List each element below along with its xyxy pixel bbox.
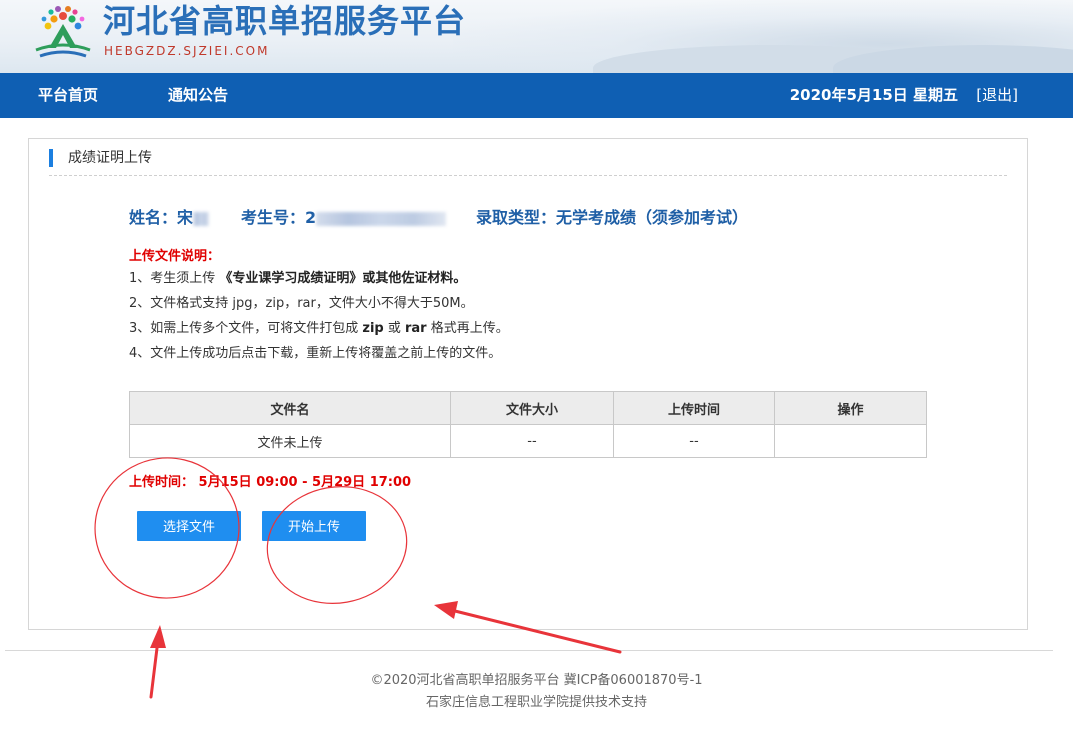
- cell-upload-time: --: [613, 424, 775, 458]
- note-1-text: 1、考生须上传: [129, 271, 220, 286]
- panel-divider: [49, 175, 1007, 176]
- student-name-label: 姓名：宋: [129, 208, 194, 227]
- upload-time-window: 上传时间： 5月15日 09:00 - 5月29日 17:00: [129, 471, 411, 490]
- redacted-exam-number: [316, 211, 447, 226]
- cell-filename: 文件未上传: [129, 424, 451, 458]
- note-4: 4、文件上传成功后点击下载，重新上传将覆盖之前上传的文件。: [129, 346, 502, 361]
- platform-logo-icon: [35, 6, 91, 58]
- table-header-row: 文件名 文件大小 上传时间 操作: [129, 391, 927, 425]
- admission-type: 录取类型：无学考成绩（须参加考试）: [476, 208, 749, 227]
- note-1: 1、考生须上传 《专业课学习成绩证明》或其他佐证材料。: [129, 270, 466, 288]
- cell-actions: [774, 424, 927, 458]
- column-header-filename: 文件名: [129, 391, 451, 425]
- panel-title: 成绩证明上传: [49, 149, 152, 167]
- notes-title: 上传文件说明：: [129, 249, 221, 264]
- redacted-name: [193, 211, 210, 226]
- start-upload-button[interactable]: 开始上传: [262, 511, 366, 541]
- footer-copyright: ©2020河北省高职单招服务平台 冀ICP备06001870号-1: [370, 673, 703, 688]
- exam-number: 考生号：2: [241, 207, 447, 229]
- note-1-bold: 《专业课学习成绩证明》或其他佐证材料。: [219, 271, 467, 286]
- note-3-rar: rar: [405, 321, 427, 336]
- note-3-text: 3、如需上传多个文件，可将文件打包成: [129, 321, 363, 336]
- note-3: 3、如需上传多个文件，可将文件打包成 zip 或 rar 格式再上传。: [129, 320, 509, 338]
- footer-divider: [5, 650, 1053, 651]
- note-3-zip: zip: [362, 321, 384, 336]
- choose-file-button[interactable]: 选择文件: [137, 511, 241, 541]
- column-header-actions: 操作: [774, 391, 927, 425]
- column-header-upload-time: 上传时间: [613, 391, 775, 425]
- upload-time-label: 上传时间：: [129, 475, 195, 490]
- note-3-or: 或: [383, 321, 405, 336]
- note-3-suffix: 格式再上传。: [426, 321, 509, 336]
- exam-number-label: 考生号：2: [241, 208, 317, 227]
- note-2: 2、文件格式支持 jpg，zip，rar，文件大小不得大于50M。: [129, 296, 474, 311]
- nav-item-home[interactable]: 平台首页: [38, 73, 98, 118]
- table-row: 文件未上传 -- --: [129, 424, 927, 458]
- logout-link[interactable]: [退出]: [976, 73, 1018, 118]
- site-header: 河北省高职单招服务平台 HEBGZDZ.SJZIEI.COM: [0, 0, 1073, 73]
- student-name: 姓名：宋: [129, 207, 210, 229]
- upload-panel: 成绩证明上传 姓名：宋 考生号：2 录取类型：无学考成绩（须参加考试） 上传文件…: [28, 138, 1028, 630]
- nav-item-notices[interactable]: 通知公告: [168, 73, 228, 118]
- current-date: 2020年5月15日 星期五: [789, 86, 958, 104]
- file-table: 文件名 文件大小 上传时间 操作 文件未上传 -- --: [129, 391, 927, 458]
- cell-filesize: --: [450, 424, 614, 458]
- column-header-filesize: 文件大小: [450, 391, 614, 425]
- upload-time-range: 5月15日 09:00 - 5月29日 17:00: [198, 475, 412, 490]
- site-title: 河北省高职单招服务平台: [103, 2, 467, 40]
- site-domain: HEBGZDZ.SJZIEI.COM: [104, 44, 270, 58]
- footer-support: 石家庄信息工程职业学院提供技术支持: [425, 695, 647, 710]
- main-nav: 平台首页 通知公告 2020年5月15日 星期五 [退出]: [0, 73, 1073, 118]
